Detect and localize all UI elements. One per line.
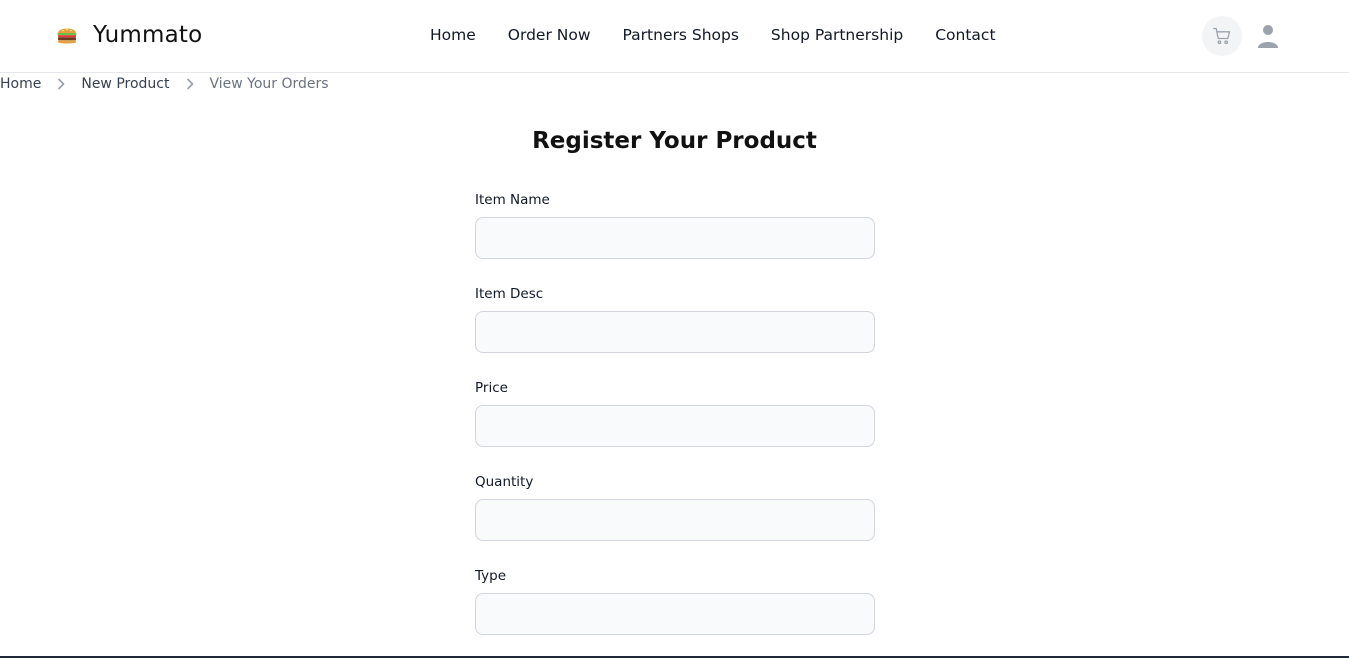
item-desc-input[interactable] <box>475 311 875 353</box>
nav-link-contact[interactable]: Contact <box>935 26 995 44</box>
brand-name: Yummato <box>93 22 203 48</box>
item-desc-field-group: Item Desc <box>475 284 875 378</box>
price-field-group: Price <box>475 378 875 472</box>
item-desc-label: Item Desc <box>475 286 544 302</box>
nav-link-partners-shops[interactable]: Partners Shops <box>623 26 739 44</box>
breadcrumb-item-home[interactable]: Home <box>0 76 41 92</box>
chevron-right-icon <box>170 74 210 94</box>
quantity-field-group: Quantity <box>475 472 875 566</box>
chevron-right-icon <box>41 74 81 94</box>
type-label: Type <box>475 568 507 584</box>
nav-link-order-now[interactable]: Order Now <box>508 26 591 44</box>
price-label: Price <box>475 380 508 396</box>
breadcrumb-item-view-your-orders: View Your Orders <box>209 76 329 92</box>
register-product-form: Item Name Item Desc Price Quantity Type <box>475 190 875 660</box>
brand-link[interactable]: Yummato <box>55 22 202 48</box>
item-name-input[interactable] <box>475 217 875 259</box>
price-input[interactable] <box>475 405 875 447</box>
type-input[interactable] <box>475 593 875 635</box>
top-navbar: Yummato Home Order Now Partners Shops Sh… <box>0 0 1349 73</box>
nav-link-shop-partnership[interactable]: Shop Partnership <box>771 26 903 44</box>
quantity-input[interactable] <box>475 499 875 541</box>
breadcrumb: Home New Product View Your Orders <box>0 74 329 94</box>
page-title: Register Your Product <box>532 128 817 154</box>
user-icon <box>1258 25 1278 48</box>
cart-button[interactable] <box>1202 16 1242 56</box>
type-field-group: Type <box>475 566 875 660</box>
user-account-button[interactable] <box>1254 22 1282 50</box>
breadcrumb-item-new-product[interactable]: New Product <box>81 76 169 92</box>
quantity-label: Quantity <box>475 474 534 490</box>
item-name-label: Item Name <box>475 192 550 208</box>
item-name-field-group: Item Name <box>475 190 875 284</box>
burger-icon <box>57 28 77 44</box>
nav-link-home[interactable]: Home <box>430 26 476 44</box>
cart-icon <box>1213 27 1231 45</box>
main-nav: Home Order Now Partners Shops Shop Partn… <box>430 26 1028 44</box>
